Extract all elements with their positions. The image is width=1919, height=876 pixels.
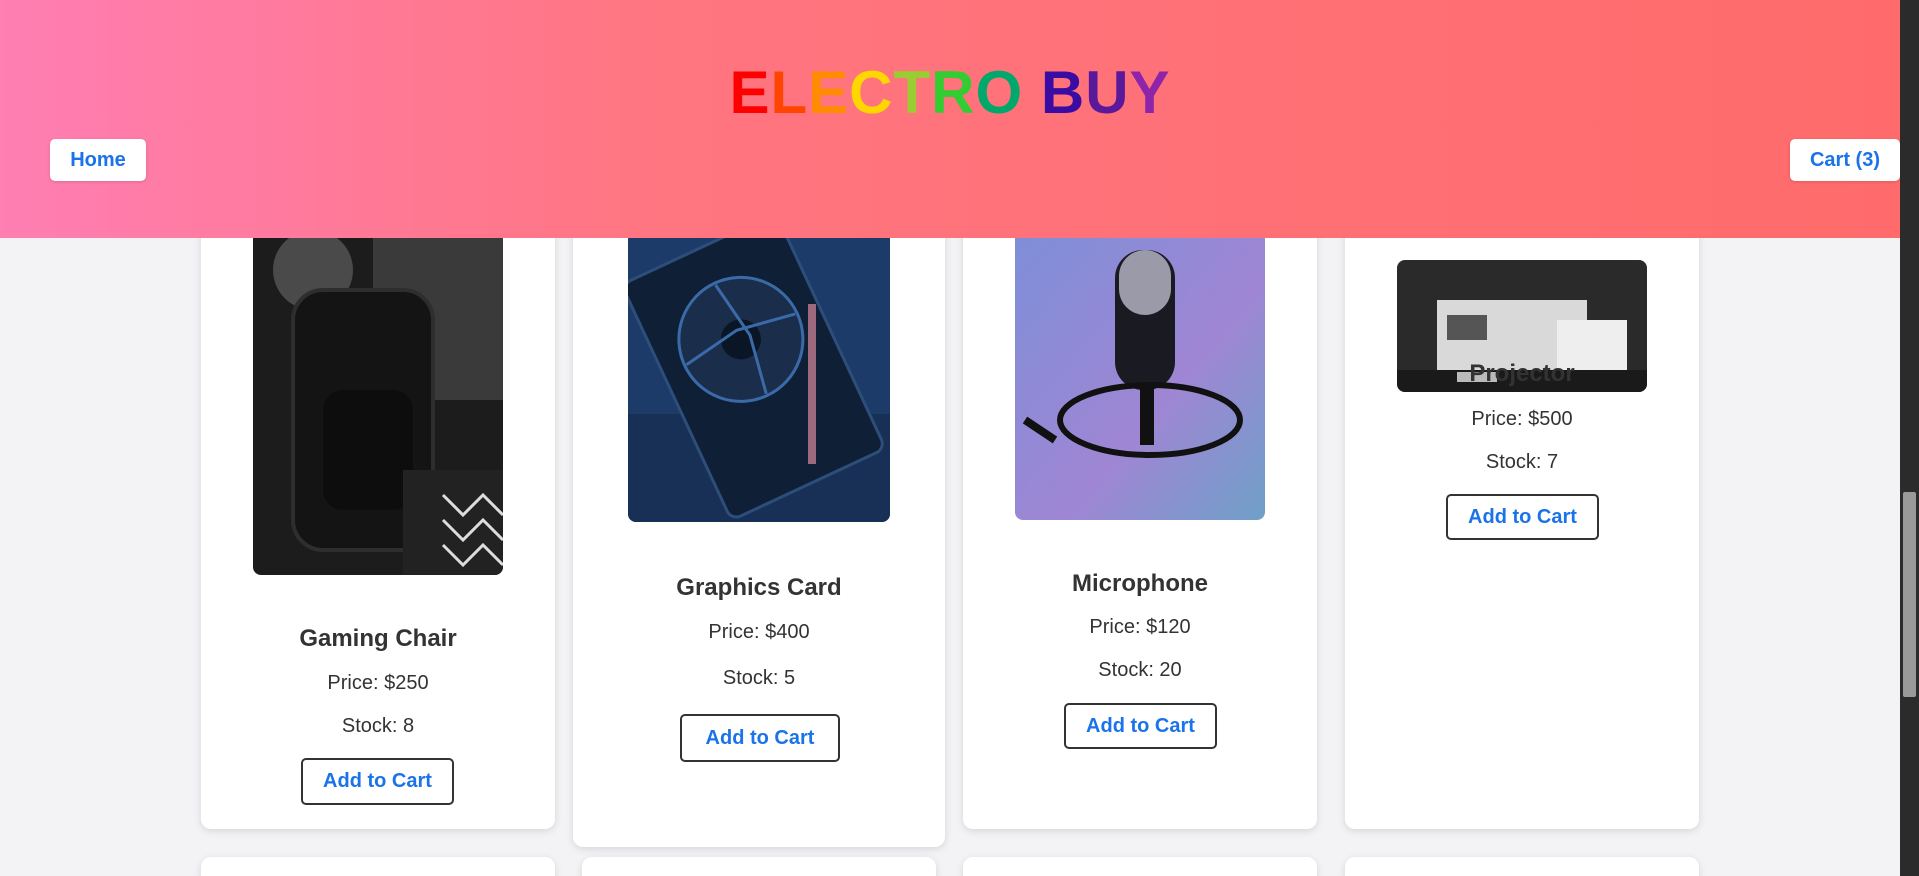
product-stock: Stock: 20 bbox=[1098, 659, 1182, 681]
add-to-cart-button[interactable]: Add to Cart bbox=[680, 714, 840, 762]
logo-letter: T bbox=[893, 59, 932, 126]
product-card: Graphics Card Price: $400 Stock: 5 Add t… bbox=[573, 180, 945, 847]
site-header: ELECTRO BUY Home Cart (3) bbox=[0, 0, 1900, 238]
product-price: Price: $400 bbox=[708, 621, 810, 643]
logo-letter bbox=[1023, 58, 1041, 127]
add-to-cart-button[interactable]: Add to Cart bbox=[301, 758, 454, 805]
logo-letter: L bbox=[770, 59, 809, 126]
logo-letter: Y bbox=[1129, 59, 1171, 126]
product-stock: Stock: 8 bbox=[341, 715, 415, 737]
logo-letter: C bbox=[849, 59, 894, 126]
product-card bbox=[201, 857, 555, 876]
product-card: Gaming Chair Price: $250 Stock: 8 Add to… bbox=[201, 180, 555, 829]
product-card bbox=[963, 857, 1317, 876]
product-stock: Stock: 7 bbox=[1485, 451, 1559, 473]
product-price: Price: $250 bbox=[327, 672, 429, 694]
scrollbar-thumb[interactable] bbox=[1903, 492, 1916, 697]
add-to-cart-button[interactable]: Add to Cart bbox=[1446, 494, 1599, 540]
scrollbar[interactable] bbox=[1900, 0, 1919, 876]
logo-letter: B bbox=[1040, 59, 1086, 126]
graphics-card-image bbox=[628, 214, 890, 522]
product-stock: Stock: 5 bbox=[722, 667, 796, 689]
product-name: Microphone bbox=[1072, 570, 1208, 597]
product-card: Projector Price: $500 Stock: 7 Add to Ca… bbox=[1345, 180, 1699, 829]
logo-letter: U bbox=[1085, 59, 1130, 126]
add-to-cart-button[interactable]: Add to Cart bbox=[1064, 703, 1217, 749]
product-card: Microphone Price: $120 Stock: 20 Add to … bbox=[963, 180, 1317, 829]
site-logo: ELECTRO BUY bbox=[0, 58, 1900, 127]
gaming-chair-image bbox=[253, 220, 503, 575]
home-button[interactable]: Home bbox=[50, 139, 146, 181]
product-price: Price: $500 bbox=[1471, 408, 1573, 430]
page: Gaming Chair Price: $250 Stock: 8 Add to… bbox=[0, 0, 1919, 876]
product-name: Graphics Card bbox=[676, 574, 842, 601]
logo-letter: R bbox=[931, 59, 976, 126]
cart-button[interactable]: Cart (3) bbox=[1790, 139, 1900, 181]
product-name: Projector bbox=[1469, 360, 1575, 387]
logo-letter: E bbox=[729, 59, 771, 126]
product-price: Price: $120 bbox=[1089, 616, 1191, 638]
product-name: Gaming Chair bbox=[299, 625, 457, 652]
microphone-image bbox=[1015, 220, 1265, 520]
product-card bbox=[582, 857, 936, 876]
product-card bbox=[1345, 857, 1699, 876]
logo-letter: O bbox=[975, 59, 1024, 126]
logo-letter: E bbox=[808, 59, 850, 126]
